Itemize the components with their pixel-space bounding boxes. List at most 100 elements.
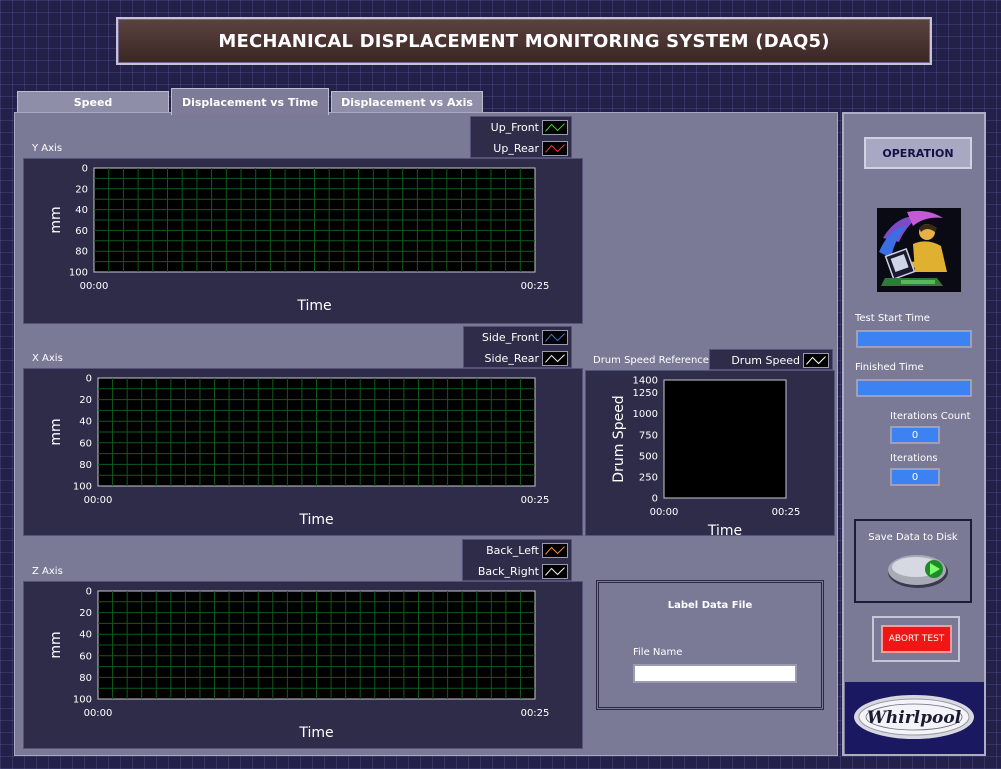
legend-drum-speed: Drum Speed [709, 349, 833, 370]
chart-svg: 0 20 40 60 80 100 00:00 00:25 Time mm [48, 164, 550, 315]
y-tick-label: 60 [79, 438, 92, 449]
test-start-time-field [856, 330, 972, 348]
chart-svg: 0 20 40 60 80 100 00:00 00:25 Time mm [48, 374, 550, 529]
tab-speed[interactable]: Speed [17, 91, 169, 113]
y-tick-label: 60 [75, 226, 88, 237]
y-tick-label: 750 [639, 430, 658, 441]
y-tick-label: 0 [86, 374, 92, 385]
legend-line [545, 354, 565, 363]
abort-test-button[interactable]: ABORT TEST [881, 625, 952, 653]
legend-line [806, 356, 826, 365]
tab-displacement-vs-time[interactable]: Displacement vs Time [171, 88, 329, 115]
x-tick-label: 00:00 [84, 495, 113, 506]
legend-x-axis: Side_Front Side_Rear [463, 326, 572, 368]
legend-line [545, 546, 565, 555]
operation-button[interactable]: OPERATION [864, 137, 972, 169]
legend-item: Side_Front [464, 327, 571, 348]
legend-swatch [542, 564, 568, 579]
file-name-label: File Name [633, 647, 683, 658]
x-tick-label: 00:25 [521, 708, 550, 719]
legend-label: Side_Rear [484, 352, 539, 365]
legend-label: Back_Left [486, 544, 539, 557]
y-tick-label: 0 [652, 494, 658, 505]
legend-swatch [542, 141, 568, 156]
y-tick-label: 500 [639, 451, 658, 462]
y-tick-label: 20 [75, 184, 88, 195]
y-tick-label: 1000 [633, 409, 658, 420]
chart-svg: 0 250 500 750 1000 12501400 00:00 00:25 Time Drum… [611, 376, 801, 540]
finished-time-label: Finished Time [855, 362, 924, 373]
x-tick-label: 00:00 [80, 281, 109, 292]
legend-z-axis: Back_Left Back_Right [462, 539, 572, 581]
legend-item: Side_Rear [464, 348, 571, 369]
y-tick-label: 100 [73, 695, 92, 706]
operator-at-computer-icon [877, 208, 961, 292]
chart-y-axis: 0 20 40 60 80 100 00:00 00:25 Time mm [23, 158, 583, 324]
x-tick-label: 00:25 [521, 495, 550, 506]
y-tick-label: 1250 [633, 388, 658, 399]
iterations-count-field: 0 [890, 426, 940, 444]
legend-line [545, 123, 565, 132]
y-tick-label: 20 [79, 608, 92, 619]
y-tick-label: 100 [69, 268, 88, 279]
y-tick-label: 80 [75, 247, 88, 258]
chart-svg: 0 20 40 60 80 100 00:00 00:25 Time mm [48, 587, 550, 742]
y-tick-label: 40 [79, 630, 92, 641]
x-tick-label: 00:25 [772, 507, 801, 518]
y-tick-label: 60 [79, 651, 92, 662]
legend-label: Side_Front [481, 331, 539, 344]
app-title: MECHANICAL DISPLACEMENT MONITORING SYSTE… [116, 17, 932, 65]
x-axis-title: Time [707, 523, 742, 537]
x-tick-label: 00:00 [84, 708, 113, 719]
chart-title-y-axis: Y Axis [32, 143, 63, 154]
y-tick-label: 100 [73, 482, 92, 493]
brand-logo-text: Whirlpool [867, 708, 962, 728]
save-data-label: Save Data to Disk [868, 532, 958, 543]
legend-label: Drum Speed [731, 354, 800, 367]
y-tick-label: 40 [79, 417, 92, 428]
chart-title-x-axis: X Axis [32, 353, 63, 364]
whirlpool-logo: Whirlpool [854, 695, 974, 739]
y-tick-label: 1400 [633, 376, 658, 387]
y-tick-label: 0 [86, 587, 92, 598]
legend-swatch [542, 351, 568, 366]
legend-item: Drum Speed [710, 350, 832, 371]
y-tick-label: 80 [79, 460, 92, 471]
y-axis-title: mm [48, 418, 64, 445]
legend-line [545, 333, 565, 342]
legend-swatch [542, 120, 568, 135]
legend-line [545, 567, 565, 576]
legend-line [545, 144, 565, 153]
legend-swatch [803, 353, 829, 368]
chart-drum-speed: 0 250 500 750 1000 1250 1400 00:00 00:25 Time Drum… [585, 370, 835, 540]
x-tick-label: 00:00 [650, 507, 679, 518]
iterations-field: 0 [890, 468, 940, 486]
legend-item: Back_Right [463, 561, 571, 582]
y-tick-label: 80 [79, 673, 92, 684]
iterations-count-label: Iterations Count [890, 411, 971, 422]
y-tick-label: 20 [79, 395, 92, 406]
legend-item: Up_Front [471, 117, 571, 138]
finished-time-field [856, 379, 972, 397]
y-tick-label: 250 [639, 472, 658, 483]
y-tick-label: 40 [75, 205, 88, 216]
x-axis-title: Time [296, 298, 331, 314]
chart-title-drum: Drum Speed Reference [593, 355, 709, 366]
test-start-time-label: Test Start Time [855, 313, 930, 324]
file-name-input[interactable] [633, 664, 797, 683]
plot-area [663, 379, 787, 499]
tab-displacement-vs-axis[interactable]: Displacement vs Axis [331, 91, 483, 113]
label-data-file-title: Label Data File [667, 600, 753, 611]
x-axis-title: Time [298, 725, 333, 741]
y-tick-label: 0 [82, 164, 88, 175]
legend-label: Back_Right [477, 565, 539, 578]
chart-x-axis: 0 20 40 60 80 100 00:00 00:25 Time mm [23, 368, 583, 536]
y-axis-title: mm [48, 206, 64, 233]
save-data-button[interactable] [886, 550, 950, 590]
iterations-label: Iterations [890, 453, 938, 464]
legend-label: Up_Rear [493, 142, 539, 155]
legend-item: Back_Left [463, 540, 571, 561]
legend-swatch [542, 543, 568, 558]
x-tick-label: 00:25 [521, 281, 550, 292]
chart-title-z-axis: Z Axis [32, 566, 63, 577]
